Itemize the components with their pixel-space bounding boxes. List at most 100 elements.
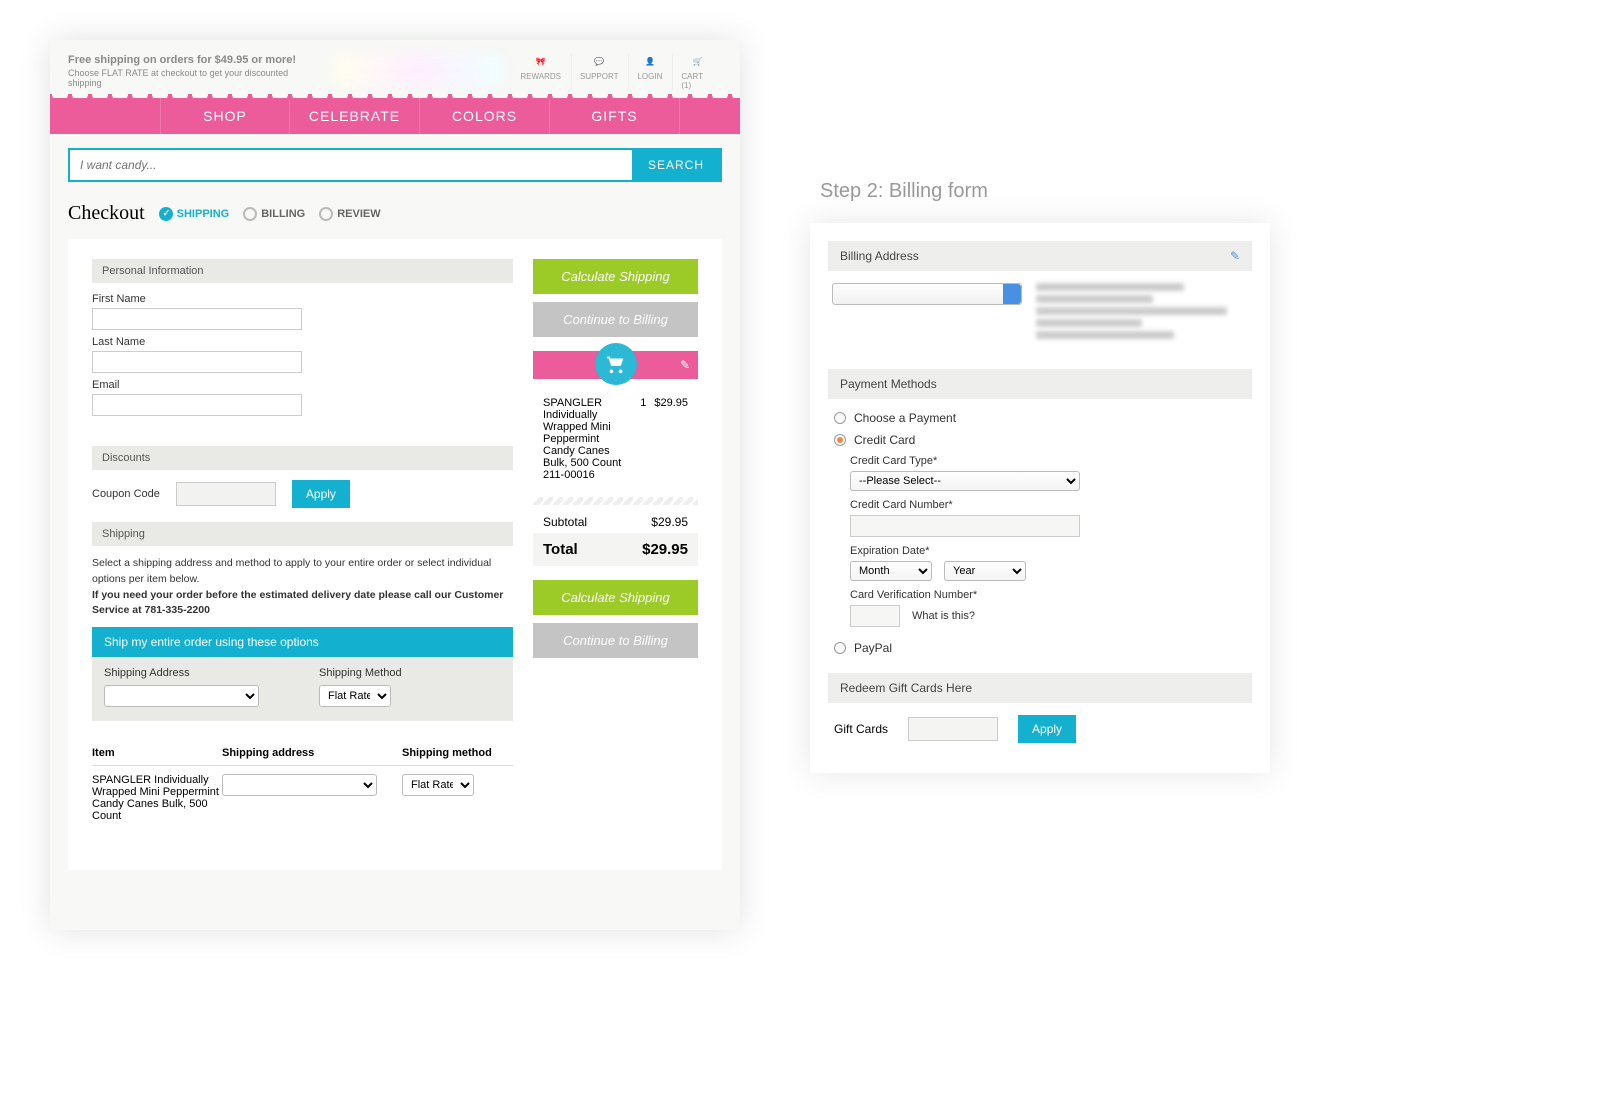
cart-link[interactable]: 🛒CART (1)	[672, 54, 722, 90]
cart-icon: 🛒	[690, 54, 706, 68]
radio-icon	[834, 642, 846, 654]
step2-title: Step 2: Billing form	[820, 180, 1270, 203]
payment-cc-radio[interactable]: Credit Card	[834, 433, 1246, 447]
ship-method-select[interactable]: Flat Rate	[319, 685, 391, 707]
calculate-shipping-button-2[interactable]: Calculate Shipping	[533, 580, 698, 615]
ship-address-label: Shipping Address	[104, 667, 259, 679]
address-row	[832, 283, 1248, 343]
cart-item-name: SPANGLER Individually Wrapped Mini Peppe…	[543, 397, 632, 469]
cart-item-sku: 211-00016	[543, 469, 632, 481]
first-name-input[interactable]	[92, 308, 302, 330]
checkout-body: Personal Information First Name Last Nam…	[68, 239, 722, 870]
cc-type-label: Credit Card Type*	[850, 455, 1252, 467]
gift-header: Redeem Gift Cards Here	[828, 673, 1252, 703]
radio-icon	[834, 434, 846, 446]
checkout-window: Free shipping on orders for $49.95 or mo…	[50, 40, 740, 930]
calculate-shipping-button[interactable]: Calculate Shipping	[533, 259, 698, 294]
checkout-title: Checkout	[68, 202, 145, 225]
last-name-input[interactable]	[92, 351, 302, 373]
search-bar: SEARCH	[68, 148, 722, 182]
address-preview	[1036, 283, 1248, 343]
coupon-apply-button[interactable]: Apply	[292, 480, 350, 508]
cvv-help-link[interactable]: What is this?	[912, 610, 975, 622]
cart-body: SPANGLER Individually Wrapped Mini Peppe…	[533, 379, 698, 491]
item-table: Item Shipping address Shipping method SP…	[92, 741, 513, 830]
search-input[interactable]	[70, 150, 632, 180]
login-link[interactable]: 👤LOGIN	[628, 54, 670, 90]
rewards-icon: 🎀	[533, 54, 549, 68]
login-icon: 👤	[642, 54, 658, 68]
nav-shop[interactable]: SHOP	[160, 98, 290, 134]
step-shipping[interactable]: SHIPPING	[159, 207, 230, 221]
cvv-input[interactable]	[850, 605, 900, 627]
coupon-row: Coupon Code Apply	[92, 480, 513, 508]
nav-celebrate[interactable]: CELEBRATE	[290, 98, 420, 134]
cc-number-label: Credit Card Number*	[850, 499, 1252, 511]
main-nav: SHOP CELEBRATE COLORS GIFTS	[50, 98, 740, 134]
search-button[interactable]: SEARCH	[632, 150, 720, 180]
nav-gifts[interactable]: GIFTS	[550, 98, 680, 134]
payment-paypal-radio[interactable]: PayPal	[834, 641, 1246, 655]
ship-options-grid: Shipping Address Shipping Method Flat Ra…	[92, 657, 513, 721]
top-bar: Free shipping on orders for $49.95 or mo…	[50, 40, 740, 98]
gift-row: Gift Cards Apply	[834, 715, 1246, 743]
cart-item-price: $29.95	[654, 397, 688, 481]
billing-address-header: Billing Address ✎	[828, 241, 1252, 271]
gift-apply-button[interactable]: Apply	[1018, 715, 1076, 743]
checkout-steps: Checkout SHIPPING BILLING REVIEW	[68, 202, 722, 225]
summary-column: Calculate Shipping Continue to Billing ✎…	[533, 259, 698, 830]
cc-number-input[interactable]	[850, 515, 1080, 537]
radio-icon	[834, 412, 846, 424]
cart-line: SPANGLER Individually Wrapped Mini Peppe…	[543, 397, 688, 481]
exp-year-select[interactable]: Year	[944, 561, 1026, 581]
logo	[333, 54, 502, 86]
nav-colors[interactable]: COLORS	[420, 98, 550, 134]
cc-fields: Credit Card Type* --Please Select-- Cred…	[850, 455, 1252, 627]
col-item: Item	[92, 747, 222, 759]
promo-block: Free shipping on orders for $49.95 or mo…	[68, 54, 323, 90]
step-review[interactable]: REVIEW	[319, 207, 380, 221]
billing-address-select[interactable]	[832, 283, 1022, 305]
billing-card: Billing Address ✎ Payment Methods Choose…	[810, 223, 1270, 773]
continue-billing-button-2[interactable]: Continue to Billing	[533, 623, 698, 658]
item-table-head: Item Shipping address Shipping method	[92, 741, 513, 766]
exp-label: Expiration Date*	[850, 545, 1252, 557]
exp-month-select[interactable]: Month	[850, 561, 932, 581]
row-address-select[interactable]	[222, 774, 377, 796]
circle-icon	[319, 207, 333, 221]
support-link[interactable]: 💬SUPPORT	[571, 54, 627, 90]
col-method: Shipping method	[402, 747, 502, 759]
item-name: SPANGLER Individually Wrapped Mini Peppe…	[92, 774, 222, 822]
ship-entire-bar: Ship my entire order using these options	[92, 627, 513, 657]
email-input[interactable]	[92, 394, 302, 416]
rewards-link[interactable]: 🎀REWARDS	[512, 54, 569, 90]
first-name-label: First Name	[92, 293, 513, 305]
shipping-header: Shipping	[92, 522, 513, 546]
total-row: Total$29.95	[533, 533, 698, 566]
cart-header: ✎	[533, 351, 698, 379]
form-column: Personal Information First Name Last Nam…	[92, 259, 513, 830]
email-label: Email	[92, 379, 513, 391]
ship-address-select[interactable]	[104, 685, 259, 707]
edit-cart-icon[interactable]: ✎	[680, 358, 690, 372]
cc-type-select[interactable]: --Please Select--	[850, 471, 1080, 491]
discounts-header: Discounts	[92, 446, 513, 470]
gift-label: Gift Cards	[834, 722, 888, 736]
payment-choose-radio[interactable]: Choose a Payment	[834, 411, 1246, 425]
personal-header: Personal Information	[92, 259, 513, 283]
coupon-input[interactable]	[176, 482, 276, 506]
row-method-select[interactable]: Flat Rate	[402, 774, 474, 796]
support-icon: 💬	[591, 54, 607, 68]
cart-badge-icon	[595, 343, 637, 385]
ship-method-label: Shipping Method	[319, 667, 402, 679]
step-billing[interactable]: BILLING	[243, 207, 305, 221]
billing-panel: Step 2: Billing form Billing Address ✎ P…	[810, 180, 1270, 773]
cart-item-qty: 1	[640, 397, 646, 481]
gift-input[interactable]	[908, 717, 998, 741]
last-name-label: Last Name	[92, 336, 513, 348]
cvv-label: Card Verification Number*	[850, 589, 1252, 601]
promo-title: Free shipping on orders for $49.95 or mo…	[68, 54, 323, 66]
continue-billing-button[interactable]: Continue to Billing	[533, 302, 698, 337]
pencil-icon[interactable]: ✎	[1230, 249, 1240, 263]
payment-header: Payment Methods	[828, 369, 1252, 399]
